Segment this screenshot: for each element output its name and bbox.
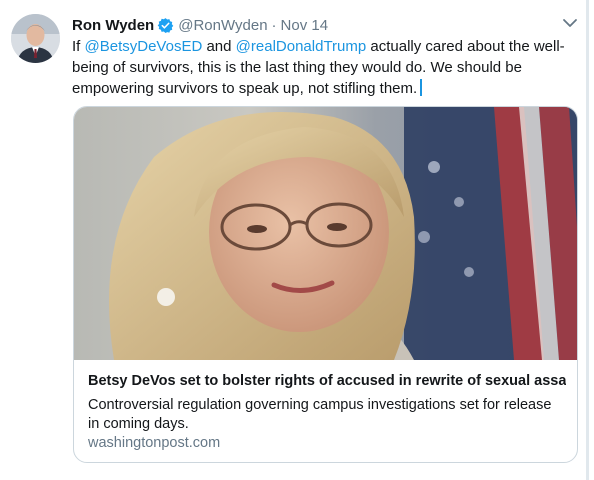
mention-link[interactable]: @BetsyDeVosED (85, 38, 203, 55)
author-name[interactable]: Ron Wyden (72, 17, 154, 34)
tweet-header: Ron Wyden @RonWyden · Nov 14 (72, 14, 328, 36)
card-image[interactable] (74, 107, 577, 360)
verified-badge-icon (157, 17, 174, 34)
chevron-down-icon[interactable] (561, 16, 579, 30)
avatar[interactable] (11, 14, 60, 63)
card-title[interactable]: Betsy DeVos set to bolster rights of acc… (88, 373, 566, 389)
link-preview-card[interactable]: Betsy DeVos set to bolster rights of acc… (73, 106, 578, 463)
text-cursor (420, 79, 423, 96)
tweet-text: If @BetsyDeVosED and @realDonaldTrump ac… (72, 36, 587, 99)
card-domain[interactable]: washingtonpost.com (88, 435, 220, 451)
tweet-text-segment: and (202, 38, 236, 55)
tweet-timestamp[interactable]: Nov 14 (281, 17, 329, 34)
author-handle[interactable]: @RonWyden (178, 17, 267, 34)
card-description: Controversial regulation governing campu… (88, 397, 552, 432)
mention-link[interactable]: @realDonaldTrump (236, 38, 367, 55)
tweet-text-segment: If (72, 38, 85, 55)
header-separator: · (271, 16, 277, 34)
scrollbar-track[interactable] (586, 0, 589, 480)
tweet[interactable]: Ron Wyden @RonWyden · Nov 14 If @BetsyDe… (0, 0, 594, 480)
